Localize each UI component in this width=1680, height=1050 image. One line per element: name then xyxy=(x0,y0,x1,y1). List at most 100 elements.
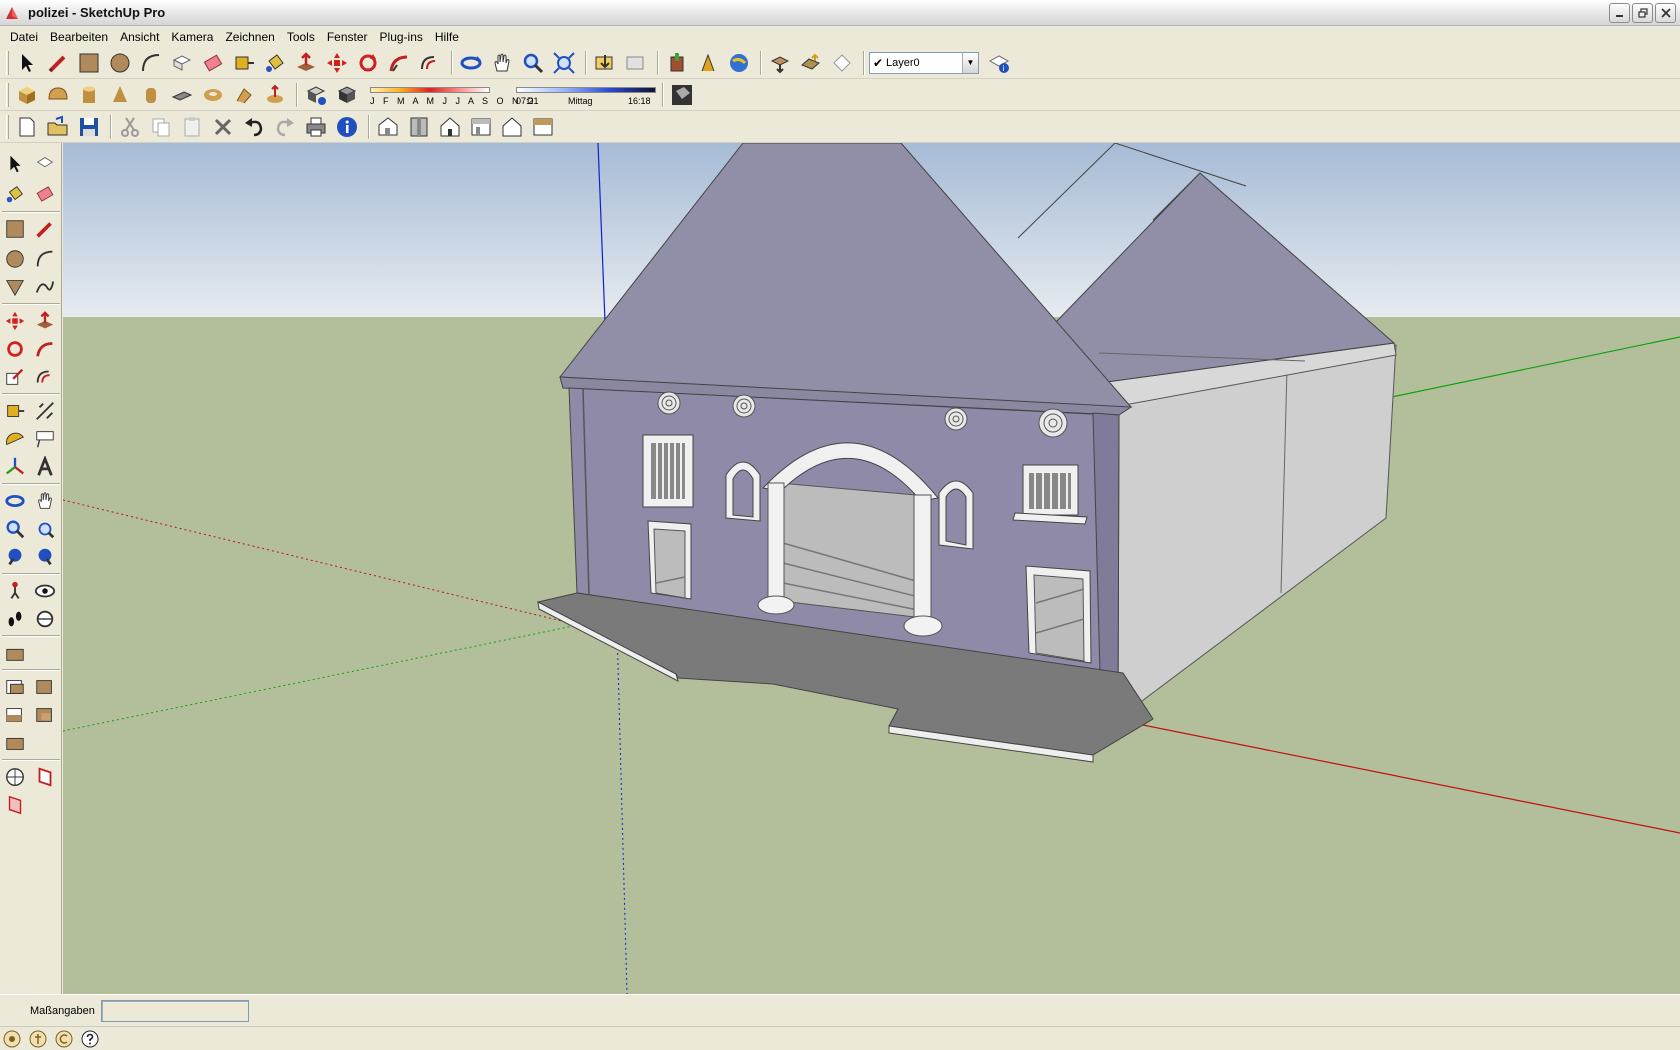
tube-tool-button[interactable] xyxy=(137,81,165,109)
palette-eraser-button[interactable] xyxy=(32,181,58,207)
paint-bucket-button[interactable] xyxy=(261,49,289,77)
left-view-button[interactable] xyxy=(529,113,557,141)
print-button[interactable] xyxy=(302,113,330,141)
helix-tool-button[interactable] xyxy=(230,81,258,109)
user-login-button[interactable] xyxy=(54,1029,74,1049)
palette-polygon-button[interactable] xyxy=(2,274,28,300)
front-view-button[interactable] xyxy=(436,113,464,141)
palette-style-button[interactable] xyxy=(2,792,28,818)
shadow-settings-button[interactable] xyxy=(302,81,330,109)
share-model-button[interactable] xyxy=(694,49,722,77)
drawing-viewport[interactable] xyxy=(63,143,1680,994)
layer-manager-button[interactable]: i xyxy=(985,49,1013,77)
move-tool-button[interactable] xyxy=(323,49,351,77)
toolbar-grip[interactable] xyxy=(6,50,9,75)
paste-button[interactable] xyxy=(178,113,206,141)
follow-me-button[interactable] xyxy=(385,49,413,77)
cut-button[interactable] xyxy=(116,113,144,141)
menu-datei[interactable]: Datei xyxy=(4,30,44,44)
make-component-button[interactable] xyxy=(168,49,196,77)
palette-select-button[interactable] xyxy=(2,151,28,177)
cone-tool-button[interactable] xyxy=(106,81,134,109)
palette-position-camera-button[interactable] xyxy=(2,578,28,604)
offset-tool-button[interactable] xyxy=(416,49,444,77)
geo-location-button[interactable] xyxy=(2,1029,22,1049)
layer-dropdown[interactable]: ✔ Layer0 ▼ xyxy=(869,51,979,74)
palette-protractor-button[interactable] xyxy=(2,426,28,452)
line-tool-button[interactable] xyxy=(44,49,72,77)
palette-3d-text-button[interactable] xyxy=(32,454,58,480)
palette-sandbox-5-button[interactable] xyxy=(2,730,28,756)
credits-button[interactable] xyxy=(28,1029,48,1049)
arc-tool-button[interactable] xyxy=(137,49,165,77)
palette-walk-button[interactable] xyxy=(2,606,28,632)
palette-follow-me-button[interactable] xyxy=(32,336,58,362)
palette-look-around-button[interactable] xyxy=(32,578,58,604)
section-plane-button[interactable] xyxy=(668,81,696,109)
shadow-time-slider[interactable]: J F M A M J J A S O N D 07:21 Mittag 16:… xyxy=(368,81,658,109)
palette-dimension-button[interactable] xyxy=(32,398,58,424)
menu-plugins[interactable]: Plug-ins xyxy=(374,30,429,44)
copy-button[interactable] xyxy=(147,113,175,141)
palette-compass-button[interactable] xyxy=(2,764,28,790)
palette-section-plane-button[interactable] xyxy=(32,606,58,632)
box-tool-button[interactable] xyxy=(13,81,41,109)
palette-text-button[interactable] xyxy=(32,426,58,452)
palette-zoom-extents-button[interactable] xyxy=(32,544,58,570)
shadow-time-bar[interactable] xyxy=(516,86,656,93)
redo-button[interactable] xyxy=(271,113,299,141)
palette-sandbox-1-button[interactable] xyxy=(2,674,28,700)
toggle-terrain-button[interactable] xyxy=(797,49,825,77)
palette-arc-button[interactable] xyxy=(32,246,58,272)
rotate-tool-button[interactable] xyxy=(354,49,382,77)
delete-button[interactable] xyxy=(209,113,237,141)
palette-component-button[interactable] xyxy=(32,151,58,177)
palette-freehand-button[interactable] xyxy=(32,274,58,300)
palette-line-button[interactable] xyxy=(32,216,58,242)
palette-zoom-button[interactable] xyxy=(2,516,28,542)
restore-button[interactable] xyxy=(1632,3,1653,23)
get-current-view-button[interactable] xyxy=(766,49,794,77)
palette-axes-button[interactable] xyxy=(2,454,28,480)
palette-move-button[interactable] xyxy=(2,308,28,334)
palette-scale-button[interactable] xyxy=(2,364,28,390)
new-file-button[interactable] xyxy=(13,113,41,141)
palette-zoom-window-button[interactable] xyxy=(32,516,58,542)
right-view-button[interactable] xyxy=(467,113,495,141)
shadow-date-bar[interactable] xyxy=(370,86,490,93)
next-view-button[interactable] xyxy=(622,49,650,77)
help-button[interactable] xyxy=(80,1029,100,1049)
palette-tape-measure-button[interactable] xyxy=(2,398,28,424)
palette-circle-button[interactable] xyxy=(2,246,28,272)
top-view-button[interactable] xyxy=(405,113,433,141)
cylinder-tool-button[interactable] xyxy=(75,81,103,109)
close-button[interactable] xyxy=(1655,3,1676,23)
extrude-tool-button[interactable] xyxy=(261,81,289,109)
pan-tool-button[interactable] xyxy=(488,49,516,77)
torus-tool-button[interactable] xyxy=(199,81,227,109)
palette-rectangle-button[interactable] xyxy=(2,216,28,242)
menu-hilfe[interactable]: Hilfe xyxy=(429,30,465,44)
get-models-button[interactable] xyxy=(663,49,691,77)
chevron-down-icon[interactable]: ▼ xyxy=(962,52,978,73)
eraser-tool-button[interactable] xyxy=(199,49,227,77)
palette-offset-button[interactable] xyxy=(32,364,58,390)
palette-sandbox-2-button[interactable] xyxy=(32,674,58,700)
toolbar-grip[interactable] xyxy=(6,114,9,139)
palette-orbit-button[interactable] xyxy=(2,488,28,514)
circle-tool-button[interactable] xyxy=(106,49,134,77)
rectangle-tool-button[interactable] xyxy=(75,49,103,77)
plane-tool-button[interactable] xyxy=(168,81,196,109)
palette-pan-button[interactable] xyxy=(32,488,58,514)
google-earth-button[interactable] xyxy=(725,49,753,77)
save-file-button[interactable] xyxy=(75,113,103,141)
menu-kamera[interactable]: Kamera xyxy=(165,30,219,44)
zoom-extents-button[interactable] xyxy=(550,49,578,77)
palette-paint-bucket-button[interactable] xyxy=(2,181,28,207)
menu-fenster[interactable]: Fenster xyxy=(321,30,374,44)
select-tool-button[interactable] xyxy=(13,49,41,77)
place-model-button[interactable] xyxy=(828,49,856,77)
orbit-tool-button[interactable] xyxy=(457,49,485,77)
previous-view-button[interactable] xyxy=(591,49,619,77)
menu-zeichnen[interactable]: Zeichnen xyxy=(219,30,280,44)
